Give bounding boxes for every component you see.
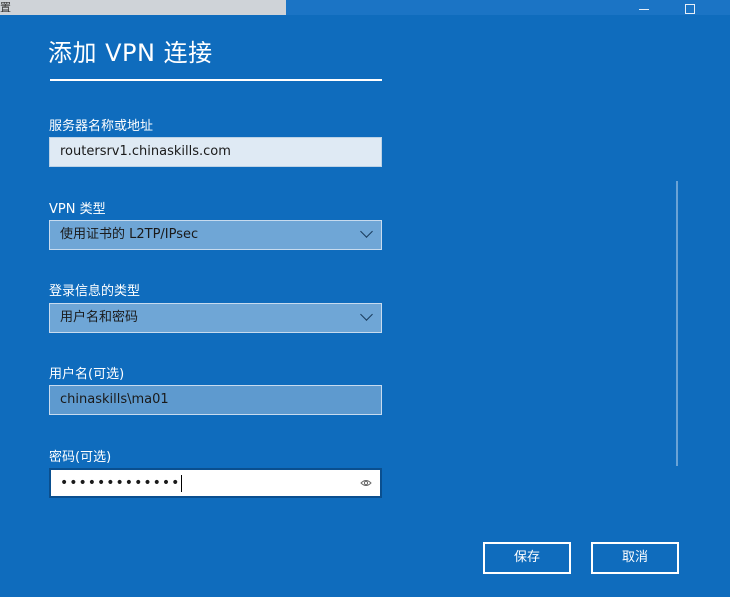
password-input[interactable]: •••••••••••••: [49, 468, 382, 498]
title-bar-fill: [286, 0, 730, 15]
username-input[interactable]: chinaskills\ma01: [49, 385, 382, 415]
window-title-bar: 置: [0, 0, 730, 15]
signin-type-label: 登录信息的类型: [49, 284, 141, 299]
dialog-title: 添加 VPN 连接: [48, 39, 213, 67]
server-address-input[interactable]: routersrv1.chinaskills.com: [49, 137, 382, 167]
username-label: 用户名(可选): [49, 367, 125, 382]
maximize-button[interactable]: [675, 0, 705, 15]
background-window-strip: 置: [0, 0, 286, 15]
text-caret: [181, 475, 183, 492]
chevron-down-icon: [360, 308, 373, 321]
server-label: 服务器名称或地址: [49, 119, 154, 134]
title-divider: [50, 79, 382, 81]
username-value: chinaskills\ma01: [60, 392, 169, 407]
minimize-button[interactable]: [628, 0, 658, 15]
background-window-title: 置: [0, 1, 11, 14]
vpn-type-select[interactable]: 使用证书的 L2TP/IPsec: [49, 220, 382, 250]
server-address-value: routersrv1.chinaskills.com: [60, 144, 231, 159]
vpn-type-label: VPN 类型: [49, 202, 106, 217]
save-button[interactable]: 保存: [483, 542, 571, 574]
cancel-button[interactable]: 取消: [591, 542, 679, 574]
signin-type-value: 用户名和密码: [60, 310, 139, 325]
chevron-down-icon: [360, 225, 373, 238]
signin-type-select[interactable]: 用户名和密码: [49, 303, 382, 333]
eye-icon[interactable]: [360, 477, 372, 489]
password-value: •••••••••••••: [60, 475, 181, 491]
password-label: 密码(可选): [49, 450, 112, 465]
scrollbar[interactable]: [676, 181, 678, 466]
vpn-type-value: 使用证书的 L2TP/IPsec: [60, 227, 199, 242]
